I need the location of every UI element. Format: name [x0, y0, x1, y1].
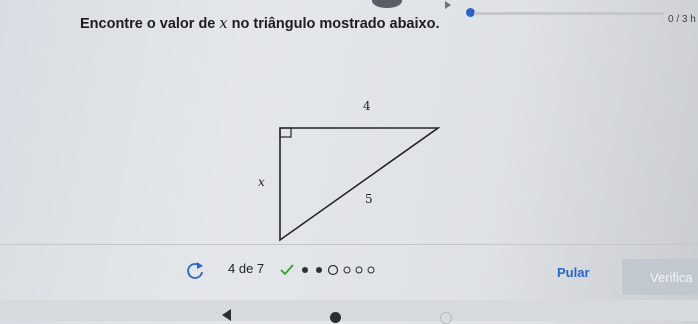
back-icon[interactable]	[222, 309, 231, 321]
footer-divider	[0, 244, 698, 245]
progress-bar	[474, 12, 664, 15]
step-dot-current	[327, 264, 339, 276]
home-icon[interactable]	[330, 312, 341, 323]
question-prefix: Encontre o valor de	[80, 16, 220, 32]
step-dot	[343, 266, 351, 274]
step-dot	[316, 267, 322, 273]
check-icon	[280, 264, 294, 276]
step-dot	[367, 266, 375, 274]
step-indicator: 4 de 7	[228, 261, 265, 276]
app-switch-icon[interactable]	[440, 312, 452, 324]
step-dot	[302, 267, 308, 273]
step-progress-dots	[280, 264, 375, 276]
toolbar-icon[interactable]	[372, 0, 402, 8]
refresh-icon[interactable]	[185, 260, 207, 280]
step-dot	[355, 266, 363, 274]
check-answer-label: Verifica	[650, 269, 693, 285]
top-navigation	[0, 0, 698, 17]
right-angle-marker	[279, 127, 292, 138]
score-indicator: 0 / 3 h	[668, 14, 696, 25]
question-suffix: no triângulo mostrado abaixo.	[227, 16, 440, 32]
side-label-left: x	[258, 175, 265, 189]
triangle-shape	[279, 127, 441, 242]
device-bottom-bar	[0, 300, 698, 321]
play-icon[interactable]	[445, 1, 451, 9]
check-answer-button[interactable]: Verifica	[622, 259, 698, 295]
side-label-top: 4	[363, 99, 371, 113]
side-label-hypotenuse: 5	[365, 192, 373, 206]
question-variable: x	[219, 16, 228, 32]
skip-button[interactable]: Pular	[557, 265, 590, 280]
triangle-figure: 4 x 5	[258, 99, 441, 242]
question-text: Encontre o valor de x no triângulo mostr…	[80, 16, 439, 32]
